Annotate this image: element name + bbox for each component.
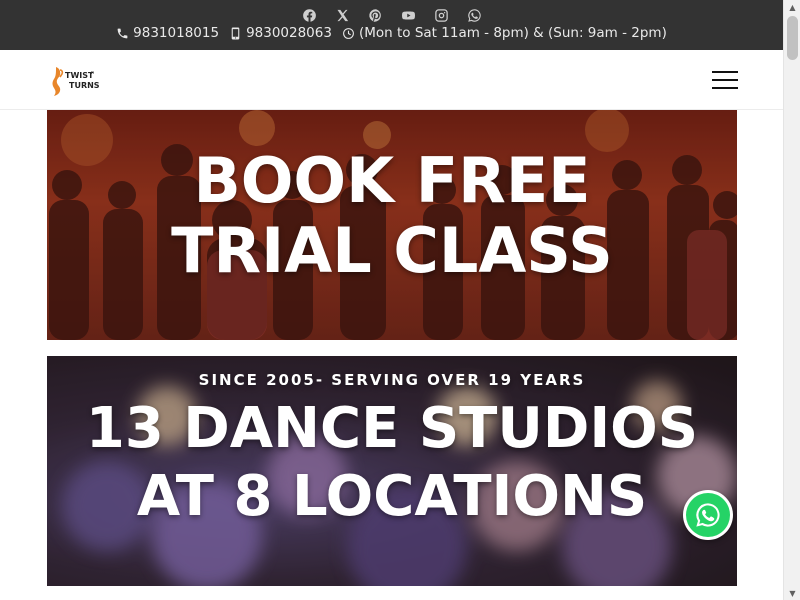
- mobile-icon: [231, 27, 240, 39]
- opening-hours-text: (Mon to Sat 11am - 8pm) & (Sun: 9am - 2p…: [358, 25, 667, 41]
- social-links: [0, 0, 783, 22]
- phone-2[interactable]: 9830028063: [229, 25, 332, 41]
- phone-icon: [117, 28, 128, 38]
- facebook-icon[interactable]: [299, 6, 320, 24]
- contact-info: 9831018015 9830028063 (Mon to Sat 11am -…: [0, 22, 783, 44]
- x-twitter-icon[interactable]: [332, 6, 353, 24]
- whatsapp-float-icon: [686, 493, 730, 537]
- scroll-up-arrow-icon[interactable]: ▲: [784, 0, 800, 14]
- site-logo[interactable]: TWIST TURNS n: [50, 64, 102, 98]
- viewport: 9831018015 9830028063 (Mon to Sat 11am -…: [0, 0, 783, 600]
- free-trial-banner[interactable]: BOOK FREE TRIAL CLASS: [47, 110, 737, 340]
- studios-banner-subtitle: SINCE 2005- SERVING OVER 19 YEARS: [198, 371, 586, 389]
- studios-banner-line2: AT 8 LOCATIONS: [136, 464, 648, 529]
- phone-2-text: 9830028063: [246, 25, 332, 41]
- pinterest-icon[interactable]: [365, 6, 386, 24]
- top-bar: 9831018015 9830028063 (Mon to Sat 11am -…: [0, 0, 783, 50]
- instagram-icon[interactable]: [431, 6, 452, 24]
- svg-text:TWIST: TWIST: [65, 71, 94, 80]
- phone-1-text: 9831018015: [133, 25, 220, 41]
- youtube-icon[interactable]: [398, 6, 419, 24]
- opening-hours: (Mon to Sat 11am - 8pm) & (Sun: 9am - 2p…: [342, 25, 667, 41]
- whatsapp-chat-button[interactable]: [683, 490, 733, 540]
- svg-text:n: n: [91, 70, 94, 76]
- page: 9831018015 9830028063 (Mon to Sat 11am -…: [0, 0, 800, 600]
- site-header: TWIST TURNS n: [0, 50, 783, 110]
- studios-banner-line1: 13 DANCE STUDIOS: [85, 396, 699, 461]
- svg-text:TURNS: TURNS: [69, 81, 100, 90]
- page-scrollbar[interactable]: ▲ ▼: [783, 0, 800, 600]
- phone-1[interactable]: 9831018015: [116, 25, 219, 41]
- whatsapp-icon[interactable]: [464, 6, 485, 24]
- trial-banner-line1: BOOK FREE: [193, 144, 591, 217]
- scroll-thumb[interactable]: [787, 16, 798, 60]
- clock-icon: [343, 27, 354, 39]
- hamburger-menu-icon[interactable]: [712, 71, 738, 89]
- trial-banner-line2: TRIAL CLASS: [171, 214, 613, 287]
- dance-studios-banner[interactable]: SINCE 2005- SERVING OVER 19 YEARS 13 DAN…: [47, 356, 737, 586]
- scroll-down-arrow-icon[interactable]: ▼: [784, 586, 800, 600]
